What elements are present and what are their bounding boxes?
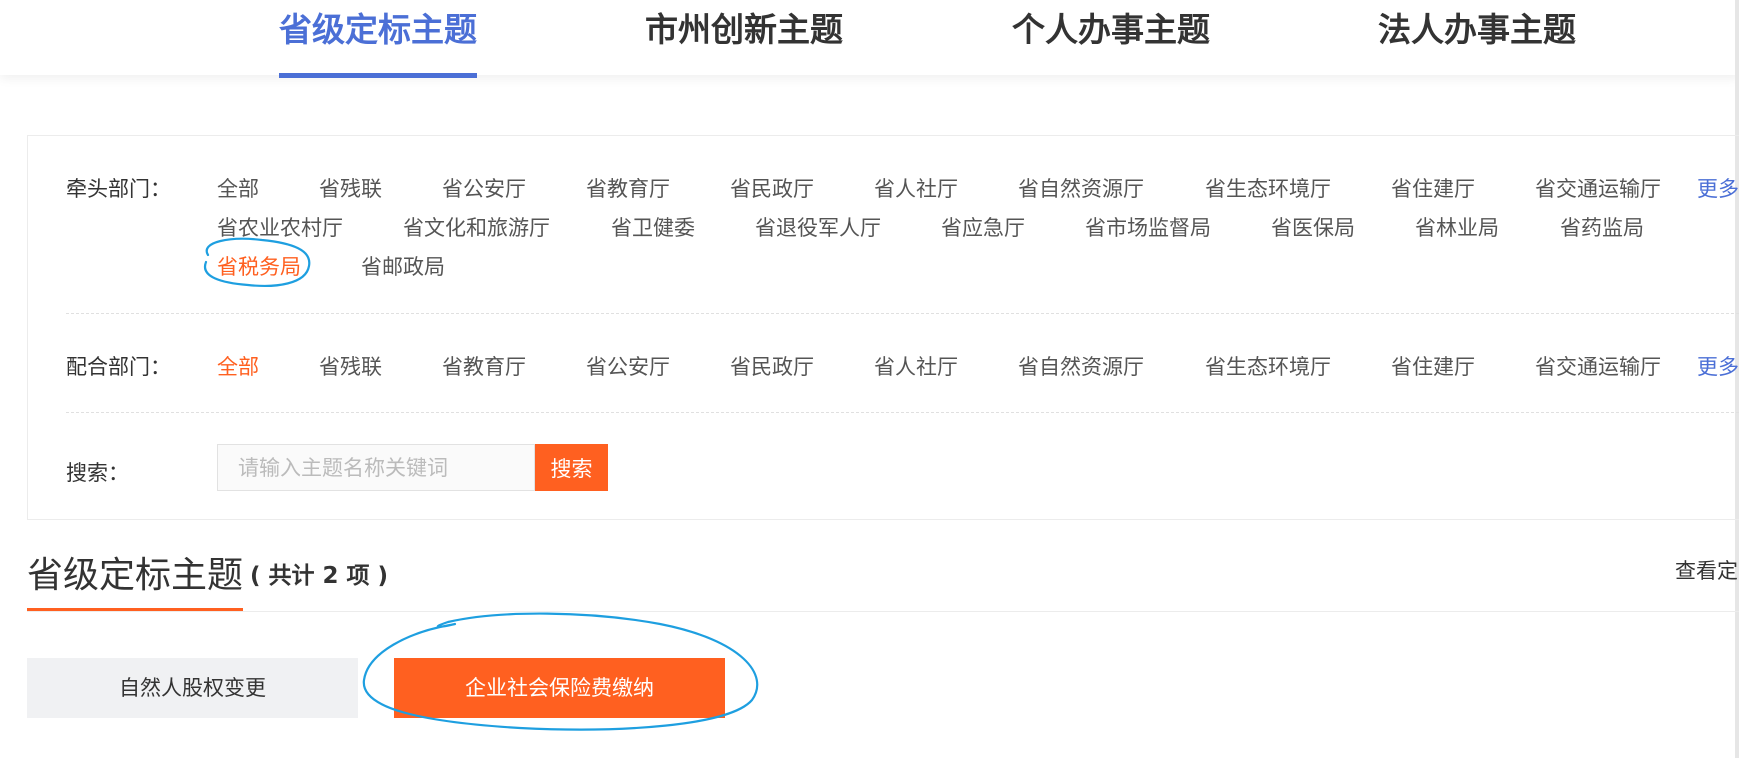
lead-dept-option[interactable]: 省人社厅 bbox=[874, 173, 958, 203]
search-label: 搜索： bbox=[66, 461, 129, 485]
tab-city-innovation-topics[interactable]: 市州创新主题 bbox=[645, 8, 843, 60]
row-divider bbox=[66, 313, 1739, 314]
lead-dept-option[interactable]: 省药监局 bbox=[1560, 212, 1644, 242]
result-card[interactable]: 自然人股权变更 bbox=[27, 658, 358, 718]
coop-dept-label: 配合部门： bbox=[66, 355, 171, 379]
lead-dept-option[interactable]: 省退役军人厅 bbox=[755, 212, 881, 242]
lead-dept-option[interactable]: 省交通运输厅 bbox=[1535, 173, 1661, 203]
lead-dept-option[interactable]: 省自然资源厅 bbox=[1018, 173, 1144, 203]
lead-dept-label: 牵头部门： bbox=[66, 177, 171, 201]
lead-dept-option[interactable]: 省卫健委 bbox=[611, 212, 695, 242]
tab-provincial-topics[interactable]: 省级定标主题 bbox=[279, 8, 477, 60]
coop-dept-option[interactable]: 省人社厅 bbox=[874, 351, 958, 381]
top-tab-bar: 省级定标主题 市州创新主题 个人办事主题 法人办事主题 bbox=[0, 0, 1739, 78]
lead-dept-option[interactable]: 省生态环境厅 bbox=[1205, 173, 1331, 203]
section-count: ( 共计 2 项 ) bbox=[250, 563, 389, 589]
section-title: 省级定标主题 bbox=[27, 555, 244, 596]
lead-dept-option[interactable]: 省民政厅 bbox=[730, 173, 814, 203]
lead-dept-option-selected[interactable]: 省税务局 bbox=[217, 251, 301, 281]
search-button[interactable]: 搜索 bbox=[535, 444, 608, 491]
coop-dept-option[interactable]: 省教育厅 bbox=[442, 351, 526, 381]
lead-dept-option[interactable]: 省林业局 bbox=[1415, 212, 1499, 242]
tab-legal-entity-topics[interactable]: 法人办事主题 bbox=[1378, 8, 1576, 60]
lead-dept-option[interactable]: 省残联 bbox=[319, 173, 382, 203]
active-tab-indicator bbox=[279, 73, 477, 78]
search-input[interactable] bbox=[217, 444, 535, 491]
row-divider bbox=[66, 412, 1739, 413]
coop-dept-option[interactable]: 省残联 bbox=[319, 351, 382, 381]
section-divider bbox=[27, 611, 1739, 612]
tab-personal-affairs-topics[interactable]: 个人办事主题 bbox=[1012, 8, 1210, 60]
view-more-link[interactable]: 查看定 bbox=[1675, 555, 1738, 585]
coop-dept-more-link[interactable]: 更多 bbox=[1697, 351, 1739, 381]
lead-dept-option[interactable]: 全部 bbox=[217, 173, 259, 203]
coop-dept-option[interactable]: 省民政厅 bbox=[730, 351, 814, 381]
coop-dept-option[interactable]: 省住建厅 bbox=[1391, 351, 1475, 381]
lead-dept-option[interactable]: 省住建厅 bbox=[1391, 173, 1475, 203]
result-card-highlighted[interactable]: 企业社会保险费缴纳 bbox=[394, 658, 725, 718]
lead-dept-option[interactable]: 省教育厅 bbox=[586, 173, 670, 203]
lead-dept-option[interactable]: 省应急厅 bbox=[941, 212, 1025, 242]
coop-dept-option[interactable]: 省交通运输厅 bbox=[1535, 351, 1661, 381]
lead-dept-option[interactable]: 省文化和旅游厅 bbox=[403, 212, 550, 242]
lead-dept-option[interactable]: 省邮政局 bbox=[361, 251, 445, 281]
coop-dept-option[interactable]: 省公安厅 bbox=[586, 351, 670, 381]
lead-dept-option[interactable]: 省市场监督局 bbox=[1085, 212, 1211, 242]
section-title-underline bbox=[27, 608, 243, 611]
coop-dept-option-selected[interactable]: 全部 bbox=[217, 351, 259, 381]
lead-dept-more-link[interactable]: 更多 bbox=[1697, 173, 1739, 203]
lead-dept-option[interactable]: 省公安厅 bbox=[442, 173, 526, 203]
lead-dept-option[interactable]: 省农业农村厅 bbox=[217, 212, 343, 242]
lead-dept-option[interactable]: 省医保局 bbox=[1271, 212, 1355, 242]
coop-dept-option[interactable]: 省生态环境厅 bbox=[1205, 351, 1331, 381]
coop-dept-option[interactable]: 省自然资源厅 bbox=[1018, 351, 1144, 381]
